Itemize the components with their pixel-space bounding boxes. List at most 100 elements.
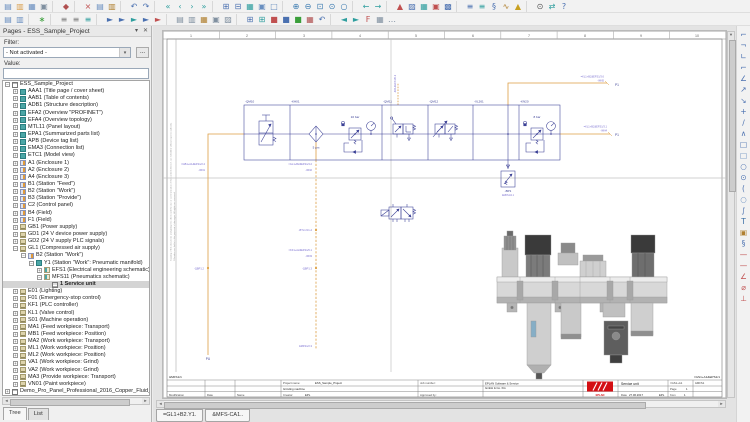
- panel-close-icon[interactable]: ✕: [141, 26, 150, 37]
- grid-icon[interactable]: ⊞: [220, 1, 232, 12]
- open-project-icon[interactable]: ▥: [14, 1, 26, 12]
- rectangle-rounded-icon[interactable]: □: [738, 150, 749, 161]
- image-icon[interactable]: ▣: [738, 227, 749, 238]
- tree-item[interactable]: +C2 (Control panel): [3, 202, 149, 209]
- tree-scroll-thumb[interactable]: [10, 399, 130, 406]
- tree-item[interactable]: +MA1 (Feed workpiece: Transport): [3, 324, 149, 331]
- insert-macro-icon[interactable]: ▨: [406, 1, 418, 12]
- tree-item[interactable]: +MA2 (Work workpiece: Transport): [3, 338, 149, 345]
- page-tab-gl1[interactable]: =GL1+B2.Y1.: [156, 409, 203, 422]
- zoom-page-icon[interactable]: ⊙: [326, 1, 338, 12]
- expand-icon[interactable]: +: [13, 203, 18, 208]
- chevron-down-icon[interactable]: ▾: [119, 48, 130, 57]
- qm11-valve[interactable]: [391, 117, 416, 141]
- five-two-valve[interactable]: [381, 204, 416, 222]
- tree-item-selected[interactable]: 1 Service unit: [3, 281, 149, 288]
- zoom-window-icon[interactable]: ⊡: [314, 1, 326, 12]
- expand-icon[interactable]: +: [13, 325, 18, 330]
- device-navigator-icon[interactable]: ▣: [430, 1, 442, 12]
- panel-pin-icon[interactable]: ▾: [132, 26, 141, 37]
- connect-left-icon[interactable]: ◄: [338, 14, 350, 25]
- move-icon[interactable]: +: [738, 106, 749, 117]
- more-icon[interactable]: …: [386, 14, 398, 25]
- text-icon[interactable]: T: [738, 216, 749, 227]
- collapse-icon[interactable]: −: [5, 82, 10, 87]
- dimension-angle-icon[interactable]: ∠: [738, 271, 749, 282]
- expand-icon[interactable]: +: [13, 311, 18, 316]
- horizontal-scroll-thumb[interactable]: [164, 402, 646, 409]
- xl261-connection[interactable]: [507, 105, 509, 160]
- page-tree[interactable]: −ESS_Sample_Project+AAA1 (Title page / c…: [2, 80, 150, 396]
- filter-dropdown[interactable]: - Not activated - ▾: [3, 47, 131, 58]
- tree-item[interactable]: +VA2 (Work workpiece: Grind): [3, 367, 149, 374]
- zoom-previous-icon[interactable]: ○: [338, 1, 350, 12]
- goto-next-icon[interactable]: ►: [116, 14, 128, 25]
- tree-item[interactable]: +EFS1 (Electrical engineering schematic): [3, 267, 149, 274]
- tree-item[interactable]: +VA1 (Work workpiece: Grind): [3, 359, 149, 366]
- scroll-right-icon[interactable]: ►: [718, 401, 725, 407]
- tree-item[interactable]: +E01 (Lighting): [3, 288, 149, 295]
- expand-icon[interactable]: +: [13, 289, 18, 294]
- tree-item[interactable]: +EFA2 (Overview "PROFINET"): [3, 110, 149, 117]
- goto-down-icon[interactable]: ►: [140, 14, 152, 25]
- expand-icon[interactable]: +: [13, 225, 18, 230]
- tree-item[interactable]: +MA3 (Provide workpiece: Transport): [3, 374, 149, 381]
- page-open-icon[interactable]: ▥: [14, 14, 26, 25]
- tree-item[interactable]: +KF1 (PLC controller): [3, 302, 149, 309]
- corner-bottom-left-icon[interactable]: ∟: [738, 51, 749, 62]
- tree-item[interactable]: +B4 (Field): [3, 210, 149, 217]
- zoom-out-icon[interactable]: ⊖: [302, 1, 314, 12]
- schematic-canvas[interactable]: 12 34 56 78 910 Copying of this document…: [163, 31, 726, 398]
- tree-item[interactable]: +F01 (Emergency-stop control): [3, 295, 149, 302]
- tree-item[interactable]: +A1 (Enclosure 1): [3, 160, 149, 167]
- scroll-left-icon[interactable]: ◄: [157, 401, 164, 407]
- expand-icon[interactable]: +: [13, 232, 18, 237]
- tree-item[interactable]: −MFS11 (Pneumatics schematic): [3, 274, 149, 281]
- expand-icon[interactable]: +: [13, 353, 18, 358]
- device-green-icon[interactable]: ■: [292, 14, 304, 25]
- table-view-icon[interactable]: ⊞: [256, 14, 268, 25]
- expand-icon[interactable]: +: [13, 153, 18, 158]
- go-forward-icon[interactable]: →: [372, 1, 384, 12]
- scroll-left-icon[interactable]: ◄: [3, 398, 10, 404]
- angle-icon[interactable]: ∠: [738, 73, 749, 84]
- print-icon[interactable]: ▣: [38, 1, 50, 12]
- collapse-icon[interactable]: −: [13, 246, 18, 251]
- tree-item[interactable]: +VN01 (Paint workpiece): [3, 381, 149, 388]
- expand-icon[interactable]: +: [13, 103, 18, 108]
- goto-counterpart-icon[interactable]: ►: [152, 14, 164, 25]
- expand-icon[interactable]: +: [13, 239, 18, 244]
- zoom-in-icon[interactable]: ⊕: [290, 1, 302, 12]
- corner-top-right-icon[interactable]: ¬: [738, 40, 749, 51]
- expand-icon[interactable]: +: [13, 189, 18, 194]
- cables-icon[interactable]: ∿: [500, 1, 512, 12]
- schematic-page[interactable]: 12 34 56 78 910 Copying of this document…: [163, 31, 726, 398]
- tree-item[interactable]: +EPA1 (Summarized parts list): [3, 131, 149, 138]
- expand-icon[interactable]: +: [5, 389, 10, 394]
- tree-item[interactable]: +MTL11 (Panel layout): [3, 124, 149, 131]
- cross-references-icon[interactable]: ▩: [442, 1, 454, 12]
- copy-icon[interactable]: ▤: [94, 1, 106, 12]
- cut-icon[interactable]: ×: [82, 1, 94, 12]
- dimension-linear-icon[interactable]: —: [738, 249, 749, 260]
- tree-item[interactable]: −GL1 (Compressed air supply): [3, 245, 149, 252]
- kn20-regulator[interactable]: [523, 121, 555, 153]
- go-back-icon[interactable]: ←: [360, 1, 372, 12]
- tree-item[interactable]: +S01 (Machine operation): [3, 317, 149, 324]
- expand-icon[interactable]: +: [13, 111, 18, 116]
- expand-icon[interactable]: +: [13, 382, 18, 387]
- connect-right-icon[interactable]: ►: [350, 14, 362, 25]
- insert-page-icon[interactable]: ∗: [36, 14, 48, 25]
- value-input[interactable]: [3, 68, 149, 79]
- collapse-icon[interactable]: −: [29, 261, 34, 266]
- expand-icon[interactable]: +: [13, 96, 18, 101]
- tree-item[interactable]: −Y1 (Station "Work": Pneumatic manifold): [3, 260, 149, 267]
- scroll-right-icon[interactable]: ►: [142, 398, 149, 404]
- goto-previous-icon[interactable]: ►: [104, 14, 116, 25]
- message-management-icon[interactable]: ▲: [512, 1, 524, 12]
- tree-item[interactable]: +B2 (Station "Work"): [3, 188, 149, 195]
- device-blue-icon[interactable]: ■: [280, 14, 292, 25]
- expand-icon[interactable]: +: [13, 175, 18, 180]
- expand-icon[interactable]: +: [13, 218, 18, 223]
- polyline-icon[interactable]: ∧: [738, 128, 749, 139]
